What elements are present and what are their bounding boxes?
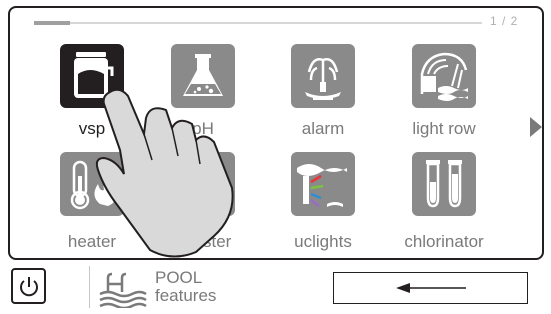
screen-title-line1: POOL xyxy=(155,268,203,287)
fountain-icon xyxy=(305,58,341,100)
tile-label-uclights: uclights xyxy=(294,232,352,251)
flask-icon xyxy=(183,54,223,96)
tile-vsp[interactable] xyxy=(60,44,124,108)
test-tubes-icon xyxy=(426,160,462,208)
tile-label-light-row: light row xyxy=(412,119,476,138)
bottom-bar: POOL features xyxy=(0,262,551,314)
underwater-lights-icon xyxy=(297,164,347,207)
tile-ph[interactable] xyxy=(171,44,235,108)
screen-title-line2: features xyxy=(155,286,217,305)
next-page-arrow-icon[interactable] xyxy=(530,117,542,137)
tile-uclights[interactable] xyxy=(291,152,355,216)
pool-ladder-icon xyxy=(99,272,147,308)
footer-divider xyxy=(89,266,90,308)
booster-icon xyxy=(193,162,221,210)
page-progress-bar xyxy=(34,21,482,25)
power-icon xyxy=(20,277,38,297)
page-indicator: 1 / 2 xyxy=(490,14,519,28)
tile-label-heater: heater xyxy=(67,232,117,251)
tile-alarm[interactable] xyxy=(291,44,355,108)
tile-booster[interactable] xyxy=(171,152,235,216)
tile-heater[interactable] xyxy=(60,152,124,216)
tile-label-chlorinator: chlorinator xyxy=(404,232,484,251)
arrow-left-icon xyxy=(396,283,466,293)
tile-label-ph: pH xyxy=(192,119,214,138)
thermometer-flame-icon xyxy=(70,160,117,210)
vsp-pump-icon xyxy=(74,52,114,98)
back-button[interactable] xyxy=(333,272,528,304)
tile-label-vsp: vsp xyxy=(78,119,106,138)
tile-chlorinator[interactable] xyxy=(412,152,476,216)
tile-label-alarm: alarm xyxy=(301,119,345,138)
power-button[interactable] xyxy=(11,268,46,304)
tile-label-booster: booster xyxy=(174,232,232,251)
waterfall-icon xyxy=(420,52,468,101)
page-progress-fill xyxy=(34,21,70,25)
screen-title: POOL features xyxy=(155,269,216,305)
tile-light-row[interactable] xyxy=(412,44,476,108)
